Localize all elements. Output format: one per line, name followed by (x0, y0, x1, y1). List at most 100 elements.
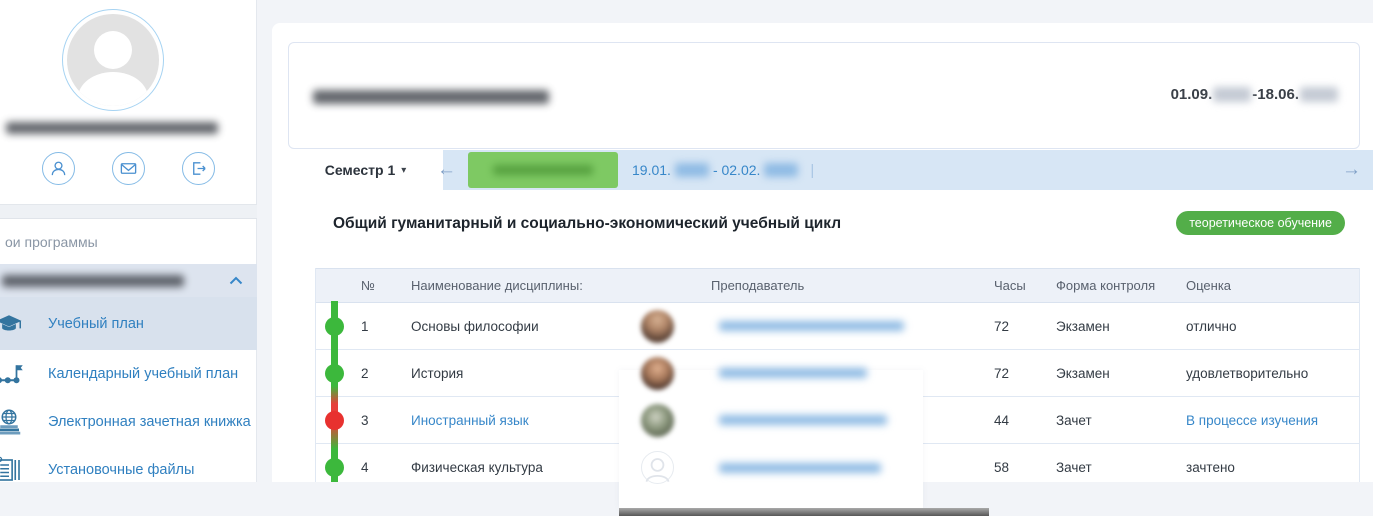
grade-value: В процессе изучения (1186, 413, 1359, 428)
table-row: 1 Основы философии 72 Экзамен отлично (316, 303, 1359, 350)
teacher-name-redacted[interactable] (719, 415, 887, 425)
mail-icon (119, 159, 138, 178)
teacher-name-redacted[interactable] (719, 463, 881, 473)
col-header-num: № (351, 278, 401, 293)
prev-period-arrow[interactable]: ← (437, 158, 456, 182)
table-header-row: № Наименование дисциплины: Преподаватель… (316, 268, 1359, 303)
avatar-placeholder (67, 14, 159, 106)
sidebar-item-gradebook[interactable]: Электронная зачетная книжка (0, 398, 257, 446)
date-from-year-redacted (1213, 87, 1251, 102)
discipline-name[interactable]: Физическая культура (401, 460, 641, 475)
sidebar-item-label: Календарный учебный план (48, 366, 238, 382)
status-dot-done (325, 458, 344, 477)
table-row: 3 Иностранный язык 44 Зачет В процессе и… (316, 397, 1359, 444)
teacher-avatar (641, 357, 674, 390)
teacher-avatar (641, 404, 674, 437)
col-header-hours: Часы (994, 278, 1056, 293)
profile-actions (0, 152, 257, 185)
current-period-button[interactable] (468, 152, 618, 188)
programs-section-label: ои программы (5, 234, 98, 250)
messages-button[interactable] (112, 152, 145, 185)
disciplines-table: № Наименование дисциплины: Преподаватель… (315, 268, 1360, 482)
logout-icon (189, 159, 208, 178)
row-num: 4 (351, 460, 401, 475)
profile-name-redacted (6, 122, 218, 134)
chevron-up-icon (229, 276, 243, 285)
program-header-card: 01.09. -18.06. (288, 42, 1360, 149)
date-to-year-redacted (1300, 87, 1338, 102)
discipline-name[interactable]: История (401, 366, 641, 381)
next-period-arrow[interactable]: → (1342, 158, 1361, 182)
overlay-scrollbar[interactable] (619, 508, 989, 516)
chevron-down-icon: ▾ (401, 165, 406, 176)
cycle-section-head: Общий гуманитарный и социально-экономиче… (272, 211, 1373, 241)
sidebar-item-label: Установочные файлы (48, 462, 194, 478)
date-to-prefix: -18.06. (1252, 86, 1299, 103)
status-dot-done (325, 364, 344, 383)
sidebar-program-toggle[interactable] (0, 264, 257, 297)
col-header-control: Форма контроля (1056, 278, 1186, 293)
route-flag-icon (0, 359, 24, 389)
logout-button[interactable] (182, 152, 215, 185)
files-icon (0, 455, 24, 485)
sidebar-item-setup-files[interactable]: Установочные файлы (0, 446, 257, 494)
period-to-year-redacted (764, 163, 798, 177)
profile-button[interactable] (42, 152, 75, 185)
col-header-grade: Оценка (1186, 278, 1359, 293)
discipline-name[interactable]: Иностранный язык (401, 413, 641, 428)
sidebar-nav: Учебный план Календарный учебный план Эл… (0, 297, 257, 494)
semester-select-label: Семестр 1 (325, 162, 396, 178)
grade-value: удовлетворительно (1186, 366, 1359, 381)
period-button-label-redacted (493, 165, 593, 175)
program-title-redacted (313, 90, 549, 104)
table-body: 1 Основы философии 72 Экзамен отлично 2 … (316, 303, 1359, 491)
main-content-card: 01.09. -18.06. Семестр 1 ▾ ← 19.01. - 02… (272, 23, 1373, 482)
teacher-name-redacted[interactable] (719, 321, 904, 331)
cycle-title: Общий гуманитарный и социально-экономиче… (333, 215, 841, 233)
sidebar-item-label: Электронная зачетная книжка (48, 414, 251, 430)
teacher-avatar-default (641, 451, 674, 484)
hours-value: 72 (994, 319, 1056, 334)
period-from: 19.01. (632, 162, 671, 178)
table-row: 4 Физическая культура 58 Зачет зачтено (316, 444, 1359, 491)
teacher-name-redacted[interactable] (719, 368, 867, 378)
hours-value: 58 (994, 460, 1056, 475)
training-type-badge: теоретическое обучение (1176, 211, 1345, 235)
col-header-discipline: Наименование дисциплины: (401, 278, 641, 293)
sidebar-item-label: Учебный план (48, 316, 144, 332)
status-dot-in-progress (325, 411, 344, 430)
date-from-prefix: 01.09. (1171, 86, 1213, 103)
grade-value: отлично (1186, 319, 1359, 334)
user-icon (49, 159, 68, 178)
semester-bar: Семестр 1 ▾ ← 19.01. - 02.02. | → (272, 150, 1373, 190)
control-form: Зачет (1056, 413, 1186, 428)
hours-value: 44 (994, 413, 1056, 428)
program-name-redacted (2, 275, 184, 287)
row-num: 3 (351, 413, 401, 428)
control-form: Экзамен (1056, 366, 1186, 381)
sidebar-item-study-plan[interactable]: Учебный план (0, 297, 257, 350)
avatar (62, 9, 164, 111)
row-num: 1 (351, 319, 401, 334)
semester-select[interactable]: Семестр 1 ▾ (288, 150, 443, 190)
sidebar-divider (0, 204, 257, 219)
discipline-name[interactable]: Основы философии (401, 319, 641, 334)
program-dates: 01.09. -18.06. (1171, 86, 1339, 103)
hours-value: 72 (994, 366, 1056, 381)
period-range: 19.01. - 02.02. | (632, 150, 814, 190)
sidebar: ои программы Учебный план Календарный уч… (0, 0, 257, 482)
grade-value: зачтено (1186, 460, 1359, 475)
teacher-avatar (641, 310, 674, 343)
control-form: Зачет (1056, 460, 1186, 475)
control-form: Экзамен (1056, 319, 1186, 334)
period-to: - 02.02. (713, 162, 760, 178)
table-row: 2 История 72 Экзамен удовлетворительно (316, 350, 1359, 397)
gradebook-globe-icon (0, 407, 24, 437)
col-header-teacher: Преподаватель (641, 278, 994, 293)
sidebar-item-calendar-plan[interactable]: Календарный учебный план (0, 350, 257, 398)
period-separator: | (810, 162, 814, 179)
status-dot-done (325, 317, 344, 336)
row-num: 2 (351, 366, 401, 381)
period-from-year-redacted (675, 163, 709, 177)
graduation-cap-icon (0, 309, 24, 339)
